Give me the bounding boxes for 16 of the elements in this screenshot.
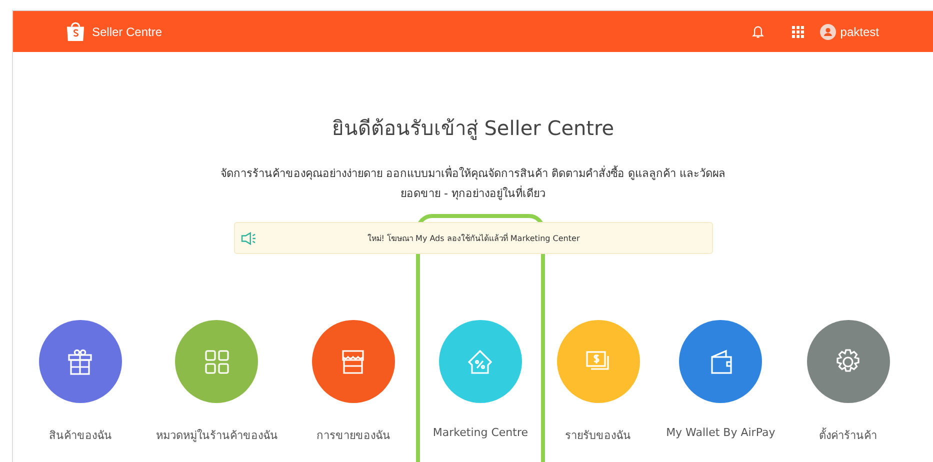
- welcome-title: ยินดีต้อนรับเข้าสู่ Seller Centre: [332, 115, 614, 142]
- shopping-bag-icon: [66, 21, 85, 42]
- megaphone-icon: [240, 232, 256, 244]
- tile-label[interactable]: Marketing Centre: [432, 426, 528, 439]
- tile-label[interactable]: My Wallet By AirPay: [666, 426, 776, 439]
- tile-label[interactable]: ตั้งค่าร้านค้า: [819, 426, 878, 444]
- apps-grid-icon[interactable]: [792, 26, 804, 38]
- tile-label[interactable]: สินค้าของฉัน: [48, 426, 112, 444]
- notice-text[interactable]: ใหม่! โฆษณา My Ads ลองใช้กันได้แล้วที่ Marketing Center: [256, 232, 712, 244]
- avatar-icon[interactable]: [820, 24, 836, 40]
- bell-icon[interactable]: [752, 24, 764, 38]
- welcome-subtitle: จัดการร้านค้าของคุณอย่างง่ายดาย ออกแบบมาเพื่อให้คุณจัดการสินค้า ติดตามคำสั่งซื้อ ดูแลลูกค้า และวัดผล: [220, 164, 726, 182]
- welcome-subtitle: ยอดขาย - ทุกอย่างอยู่ในที่เดียว: [400, 184, 546, 202]
- tile-label[interactable]: การขายของฉัน: [316, 426, 390, 444]
- tile-label[interactable]: รายรับของฉัน: [565, 426, 632, 444]
- tile-label[interactable]: หมวดหมู่ในร้านค้าของฉัน: [156, 426, 278, 444]
